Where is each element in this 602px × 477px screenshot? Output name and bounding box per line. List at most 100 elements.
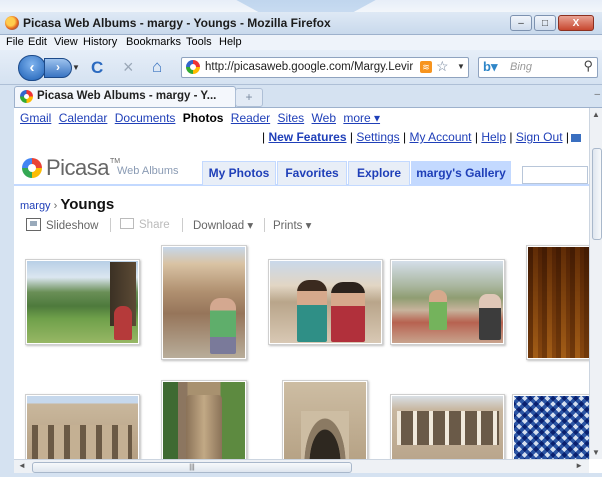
vertical-scrollbar[interactable]: ▲ ▼ bbox=[589, 108, 602, 459]
window-title: Picasa Web Albums - margy - Youngs - Moz… bbox=[23, 16, 331, 30]
photos-current: Photos bbox=[182, 111, 224, 125]
photo-thumbnail[interactable] bbox=[161, 380, 247, 459]
close-button[interactable]: X bbox=[558, 15, 594, 31]
back-arrow-icon: ‹ bbox=[29, 59, 35, 76]
search-box[interactable]: b▾ Bing ⚲ bbox=[478, 57, 598, 78]
horizontal-scroll-thumb[interactable]: ||| bbox=[32, 462, 352, 473]
photo-detail bbox=[479, 294, 501, 340]
menu-bookmarks[interactable]: Bookmarks bbox=[126, 36, 181, 48]
slideshow-icon bbox=[26, 218, 41, 231]
more-link[interactable]: more ▾ bbox=[343, 111, 380, 125]
address-bar[interactable]: http://picasaweb.google.com/Margy.Levir … bbox=[181, 57, 469, 78]
tab-explore[interactable]: Explore bbox=[348, 161, 410, 185]
scroll-up-icon[interactable]: ▲ bbox=[592, 110, 600, 119]
photo-thumbnail[interactable] bbox=[526, 245, 589, 360]
settings-link[interactable]: Settings bbox=[356, 130, 399, 144]
breadcrumb-arrow: › bbox=[53, 200, 58, 212]
download-button[interactable]: Download ▾ bbox=[193, 218, 253, 232]
sites-link[interactable]: Sites bbox=[278, 111, 305, 125]
navigation-toolbar: ‹ › ▼ C × ⌂ http://picasaweb.google.com/… bbox=[0, 50, 602, 85]
rss-feed-icon[interactable]: ≋ bbox=[420, 61, 432, 73]
gmail-link[interactable]: Gmail bbox=[20, 111, 51, 125]
scroll-left-icon[interactable]: ◄ bbox=[18, 461, 26, 470]
stop-icon[interactable]: × bbox=[123, 57, 134, 78]
scroll-grip-icon: ||| bbox=[189, 464, 195, 471]
tab-favicon-icon bbox=[20, 90, 33, 103]
photo-thumbnail[interactable] bbox=[282, 380, 368, 459]
maximize-button[interactable]: □ bbox=[534, 15, 556, 31]
separator: | bbox=[403, 130, 407, 144]
window-bottom-frame bbox=[0, 473, 602, 477]
reader-link[interactable]: Reader bbox=[231, 111, 270, 125]
menu-help[interactable]: Help bbox=[219, 36, 242, 48]
vertical-scroll-thumb[interactable] bbox=[592, 148, 602, 240]
new-tab-button[interactable]: + bbox=[235, 88, 263, 107]
menu-view[interactable]: View bbox=[54, 36, 78, 48]
minimize-button[interactable]: – bbox=[510, 15, 532, 31]
breadcrumb-user[interactable]: margy bbox=[20, 200, 51, 212]
menu-file[interactable]: File bbox=[6, 36, 24, 48]
close-icon: X bbox=[572, 17, 580, 29]
page-content: Gmail Calendar Documents Photos Reader S… bbox=[14, 108, 589, 459]
picasa-logo-subtitle: Web Albums bbox=[117, 165, 179, 177]
photo-detail bbox=[397, 411, 499, 445]
home-icon[interactable]: ⌂ bbox=[152, 57, 162, 77]
mail-icon[interactable] bbox=[571, 133, 581, 142]
photo-detail bbox=[301, 411, 349, 459]
menu-history[interactable]: History bbox=[83, 36, 117, 48]
horizontal-scrollbar[interactable]: ◄ ||| ► bbox=[14, 459, 589, 474]
separator: | bbox=[509, 130, 513, 144]
breadcrumb: margy › Youngs bbox=[20, 196, 114, 213]
tab-my-photos[interactable]: My Photos bbox=[202, 161, 276, 185]
forward-button[interactable]: › bbox=[44, 58, 72, 78]
tab-picasa[interactable]: Picasa Web Albums - margy - Y... bbox=[14, 86, 236, 107]
documents-link[interactable]: Documents bbox=[115, 111, 176, 125]
search-input[interactable]: Bing bbox=[510, 61, 532, 73]
prints-button[interactable]: Prints ▾ bbox=[273, 218, 311, 232]
photo-thumbnail[interactable] bbox=[390, 394, 505, 459]
bing-engine-icon[interactable]: b▾ bbox=[483, 59, 497, 75]
sign-out-link[interactable]: Sign Out bbox=[516, 130, 563, 144]
photo-image bbox=[514, 396, 589, 459]
tab-list-icon[interactable]: – bbox=[594, 89, 600, 100]
picasa-pinwheel-icon[interactable] bbox=[22, 158, 42, 178]
photo-thumbnail[interactable] bbox=[161, 245, 247, 360]
bookmark-star-icon[interactable]: ☆ bbox=[436, 58, 449, 75]
slideshow-button[interactable]: Slideshow bbox=[26, 218, 98, 232]
tab-favorites[interactable]: Favorites bbox=[277, 161, 347, 185]
scroll-down-icon[interactable]: ▼ bbox=[592, 448, 600, 457]
photo-thumbnail[interactable] bbox=[25, 394, 140, 459]
history-dropdown-icon[interactable]: ▼ bbox=[72, 63, 80, 72]
help-link[interactable]: Help bbox=[481, 130, 506, 144]
new-features-link[interactable]: New Features bbox=[268, 130, 346, 144]
separator: | bbox=[349, 130, 353, 144]
title-bar: Picasa Web Albums - margy - Youngs - Moz… bbox=[0, 12, 602, 35]
menu-tools[interactable]: Tools bbox=[186, 36, 212, 48]
calendar-link[interactable]: Calendar bbox=[59, 111, 108, 125]
share-label: Share bbox=[139, 219, 170, 231]
tab-margys-gallery[interactable]: margy's Gallery bbox=[411, 161, 511, 185]
picasa-logo[interactable]: Picasa bbox=[46, 155, 110, 181]
separator: | bbox=[474, 130, 478, 144]
share-button[interactable]: Share bbox=[120, 218, 170, 231]
photo-thumbnail[interactable] bbox=[512, 394, 589, 459]
firefox-window: Picasa Web Albums - margy - Youngs - Moz… bbox=[0, 0, 602, 477]
scroll-right-icon[interactable]: ► bbox=[575, 461, 583, 470]
web-link[interactable]: Web bbox=[312, 111, 336, 125]
photo-detail bbox=[32, 425, 132, 459]
slideshow-label: Slideshow bbox=[46, 220, 99, 232]
my-account-link[interactable]: My Account bbox=[409, 130, 471, 144]
search-icon[interactable]: ⚲ bbox=[583, 58, 593, 74]
url-dropdown-icon[interactable]: ▼ bbox=[457, 62, 465, 71]
photo-thumbnail[interactable] bbox=[268, 259, 383, 345]
forward-arrow-icon: › bbox=[56, 60, 60, 74]
photo-detail bbox=[186, 395, 222, 459]
photo-thumbnail[interactable] bbox=[390, 259, 505, 345]
gallery-search-input[interactable] bbox=[522, 166, 588, 184]
photo-thumbnail[interactable] bbox=[25, 259, 140, 345]
menu-edit[interactable]: Edit bbox=[28, 36, 47, 48]
google-bar: Gmail Calendar Documents Photos Reader S… bbox=[20, 111, 384, 125]
address-bar-url[interactable]: http://picasaweb.google.com/Margy.Levir bbox=[205, 61, 417, 73]
reload-icon[interactable]: C bbox=[91, 58, 103, 78]
back-button[interactable]: ‹ bbox=[18, 55, 46, 81]
